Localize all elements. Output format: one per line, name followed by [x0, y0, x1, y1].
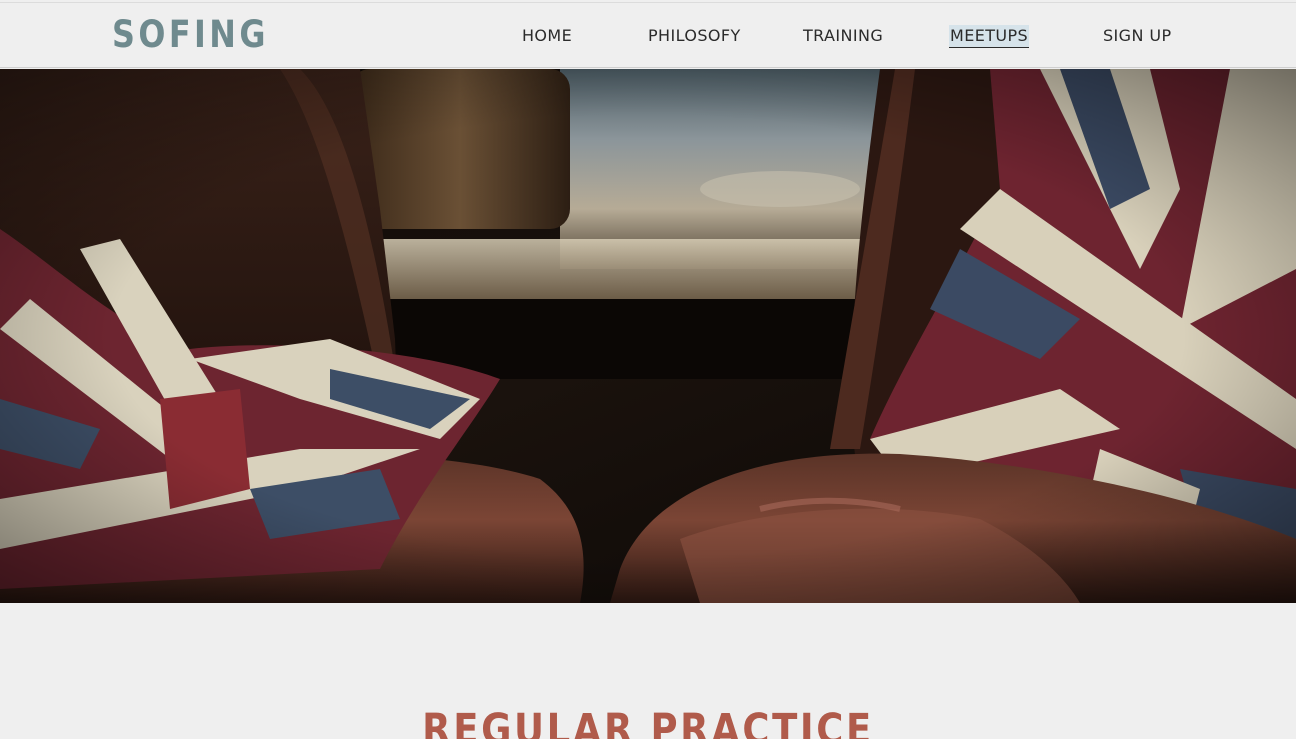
- section-title: REGULAR PRACTICE: [422, 704, 874, 739]
- nav-training[interactable]: TRAINING: [803, 21, 883, 51]
- hero-photo: [0, 69, 1296, 603]
- page: SOFING HOME PHILOSOFY TRAINING MEETUPS S…: [0, 0, 1296, 739]
- site-header: SOFING HOME PHILOSOFY TRAINING MEETUPS S…: [0, 2, 1296, 68]
- nav-sign-up[interactable]: SIGN UP: [1103, 21, 1172, 51]
- main-nav: HOME PHILOSOFY TRAINING MEETUPS SIGN UP: [0, 21, 1296, 51]
- hero-image: [0, 69, 1296, 603]
- nav-home[interactable]: HOME: [522, 21, 572, 51]
- nav-philosofy[interactable]: PHILOSOFY: [648, 21, 741, 51]
- nav-meetups[interactable]: MEETUPS: [949, 25, 1030, 48]
